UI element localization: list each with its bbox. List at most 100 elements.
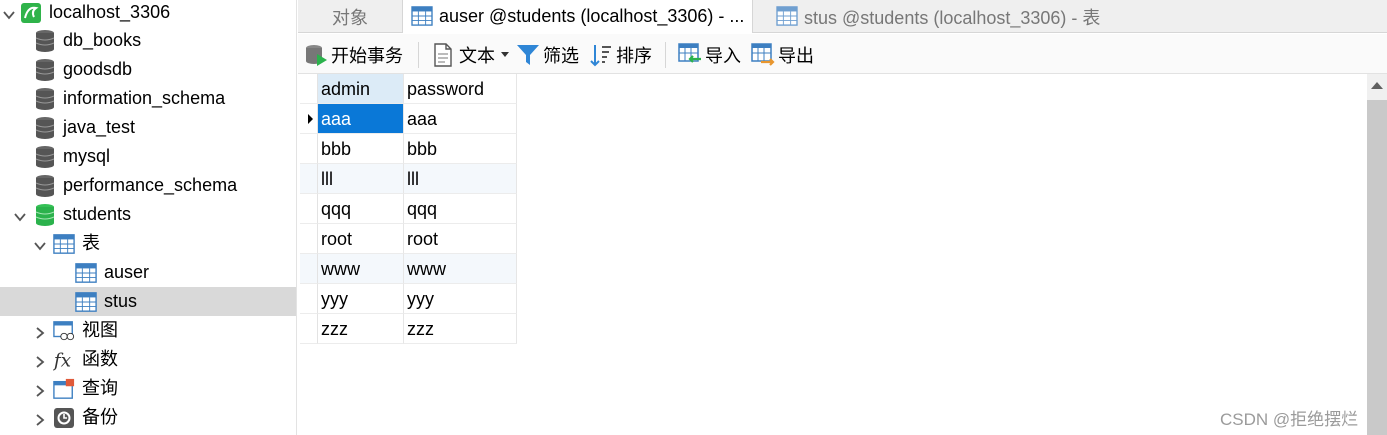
cell-password[interactable]: qqq	[404, 194, 517, 224]
database-icon	[34, 87, 56, 110]
database-label: information_schema	[63, 88, 226, 108]
row-indicator[interactable]	[300, 284, 318, 314]
tree-item-database[interactable]: java_test	[0, 113, 296, 142]
scroll-up-arrow-icon[interactable]	[1371, 82, 1383, 89]
cell-password[interactable]: zzz	[404, 314, 517, 344]
sort-icon	[589, 43, 613, 67]
cell-password[interactable]: aaa	[404, 104, 517, 134]
row-indicator[interactable]	[300, 164, 318, 194]
scrollbar-thumb[interactable]	[1367, 100, 1387, 435]
cell-password[interactable]: lll	[404, 164, 517, 194]
database-label: db_books	[63, 30, 142, 50]
tree-item-tables-group[interactable]: 表	[0, 229, 296, 258]
database-label: mysql	[63, 146, 111, 166]
chevron-right-icon[interactable]	[33, 353, 47, 368]
cell-password[interactable]: www	[404, 254, 517, 284]
watermark: CSDN @拒绝摆烂	[1220, 410, 1359, 429]
table-label: auser	[104, 262, 150, 282]
queries-label: 查询	[82, 378, 118, 398]
cell-admin[interactable]: aaa	[318, 104, 404, 134]
cell-admin[interactable]: zzz	[318, 314, 404, 344]
tree-item-database[interactable]: mysql	[0, 142, 296, 171]
import-button[interactable]: 导入	[678, 42, 741, 68]
row-indicator[interactable]	[300, 314, 318, 344]
column-header-admin[interactable]: admin	[318, 74, 404, 104]
row-indicator[interactable]	[300, 254, 318, 284]
vertical-scrollbar[interactable]	[1367, 74, 1387, 435]
tree-item-database-students[interactable]: students	[0, 200, 296, 229]
text-view-button[interactable]: 文本	[432, 42, 509, 68]
export-button[interactable]: 导出	[751, 42, 814, 68]
tables-group-label: 表	[82, 233, 100, 253]
database-label: students	[63, 204, 132, 224]
begin-transaction-label: 开始事务	[331, 46, 403, 66]
tab-label: auser @students (localhost_3306) - ...	[439, 6, 745, 26]
tree-item-database[interactable]: information_schema	[0, 84, 296, 113]
cell-admin[interactable]: yyy	[318, 284, 404, 314]
table-icon	[75, 291, 97, 313]
chevron-right-icon[interactable]	[33, 411, 47, 426]
filter-button[interactable]: 筛选	[516, 42, 579, 68]
mysql-connection-icon	[20, 2, 42, 24]
tab-bar: 对象 auser @students (localhost_3306) - ..…	[298, 0, 1387, 33]
row-indicator[interactable]	[300, 134, 318, 164]
cell-admin[interactable]: www	[318, 254, 404, 284]
import-label: 导入	[705, 46, 741, 66]
toolbar-divider	[665, 42, 666, 68]
tab-label: 对象	[332, 7, 368, 28]
table-icon	[776, 5, 798, 28]
tree-item-database[interactable]: performance_schema	[0, 171, 296, 200]
export-icon	[751, 43, 775, 67]
backups-label: 备份	[82, 407, 118, 427]
tree-item-database[interactable]: db_books	[0, 26, 296, 55]
dropdown-caret-icon[interactable]	[501, 52, 509, 58]
tree-item-functions[interactable]: fx 函数	[0, 345, 296, 374]
export-label: 导出	[778, 46, 814, 66]
row-indicator-header	[300, 74, 318, 104]
row-indicator[interactable]	[300, 224, 318, 254]
cell-password[interactable]: root	[404, 224, 517, 254]
tree-item-backups[interactable]: 备份	[0, 403, 296, 432]
cell-password[interactable]: bbb	[404, 134, 517, 164]
table-icon	[75, 262, 97, 284]
chevron-down-icon[interactable]	[2, 6, 16, 20]
transaction-icon	[304, 43, 328, 67]
cell-admin[interactable]: lll	[318, 164, 404, 194]
cell-admin[interactable]: bbb	[318, 134, 404, 164]
tab-label: stus @students (localhost_3306) - 表	[804, 7, 1101, 28]
tab-auser[interactable]: auser @students (localhost_3306) - ...	[402, 0, 754, 33]
cell-admin[interactable]: root	[318, 224, 404, 254]
backup-icon	[53, 407, 75, 429]
toolbar-divider	[418, 42, 419, 68]
row-indicator[interactable]	[300, 104, 318, 134]
toolbar: 开始事务 文本 筛选 排序 导入 导出	[298, 34, 1387, 74]
table-label: stus	[104, 291, 138, 311]
current-row-arrow-icon	[308, 114, 313, 124]
sort-button[interactable]: 排序	[589, 42, 652, 68]
database-icon	[34, 58, 56, 81]
tree-item-table-auser[interactable]: auser	[0, 258, 296, 287]
begin-transaction-button[interactable]: 开始事务	[304, 42, 403, 68]
chevron-down-icon[interactable]	[33, 237, 47, 251]
functions-label: 函数	[82, 349, 118, 369]
tree-item-connection[interactable]: localhost_3306	[0, 0, 296, 27]
import-icon	[678, 43, 702, 67]
chevron-right-icon[interactable]	[33, 382, 47, 397]
text-view-label: 文本	[459, 46, 495, 66]
tree-item-table-stus[interactable]: stus	[0, 287, 296, 316]
navigation-sidebar: localhost_3306 db_books goodsdb informat…	[0, 0, 297, 435]
row-indicator[interactable]	[300, 194, 318, 224]
cell-admin[interactable]: qqq	[318, 194, 404, 224]
chevron-right-icon[interactable]	[33, 324, 47, 339]
tree-item-queries[interactable]: 查询	[0, 374, 296, 403]
column-header-password[interactable]: password	[404, 74, 517, 104]
database-icon	[34, 145, 56, 168]
tab-stus[interactable]: stus @students (localhost_3306) - 表	[768, 0, 1108, 33]
filter-icon	[516, 43, 540, 67]
tree-item-database[interactable]: goodsdb	[0, 55, 296, 84]
cell-password[interactable]: yyy	[404, 284, 517, 314]
chevron-down-icon[interactable]	[13, 208, 27, 222]
tree-item-views[interactable]: 视图	[0, 316, 296, 345]
tab-objects[interactable]: 对象	[324, 0, 376, 33]
database-label: performance_schema	[63, 175, 238, 195]
